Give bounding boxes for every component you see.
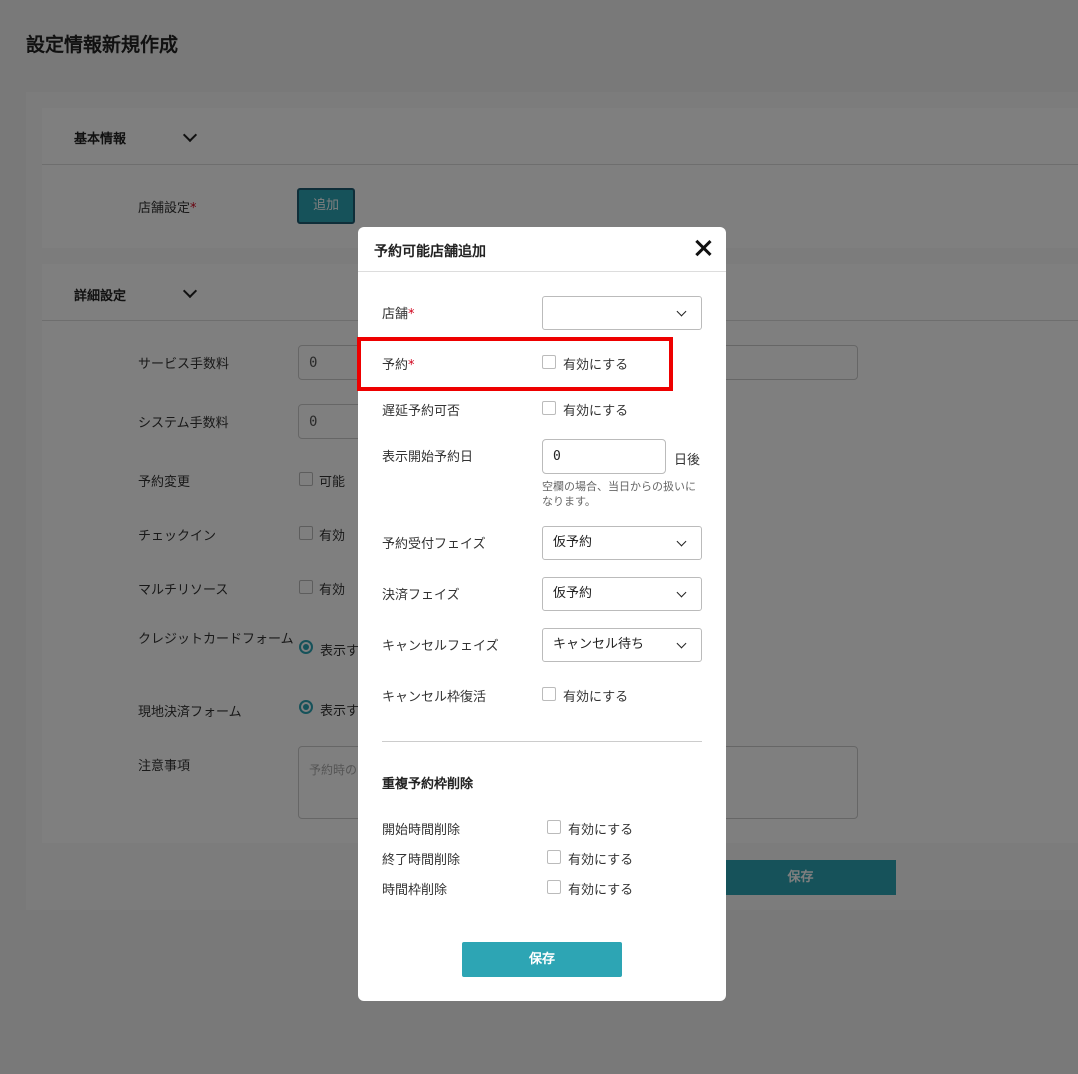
start-time-delete-checkbox[interactable] xyxy=(547,820,561,834)
time-slot-delete-checkbox-label: 有効にする xyxy=(568,883,634,898)
display-start-label: 表示開始予約日 xyxy=(382,450,474,465)
chevron-down-icon xyxy=(676,306,687,317)
store-label: 店舗* xyxy=(382,307,415,322)
late-reservation-checkbox-label: 有効にする xyxy=(563,404,629,419)
acceptance-phase-label: 予約受付フェイズ xyxy=(382,537,486,552)
cancel-phase-select[interactable]: キャンセル待ち xyxy=(542,628,702,662)
modal-header-divider xyxy=(358,271,726,272)
modal-divider xyxy=(382,741,702,742)
late-reservation-label: 遅延予約可否 xyxy=(382,404,461,419)
start-time-delete-checkbox-label: 有効にする xyxy=(568,823,634,838)
time-slot-delete-label: 時間枠削除 xyxy=(382,883,448,898)
highlight-box xyxy=(357,337,673,391)
end-time-delete-checkbox-label: 有効にする xyxy=(568,853,634,868)
cancel-restore-label: キャンセル枠復活 xyxy=(382,690,487,705)
store-select[interactable] xyxy=(542,296,702,330)
late-reservation-checkbox[interactable] xyxy=(542,401,556,415)
cancel-restore-checkbox[interactable] xyxy=(542,687,556,701)
display-start-input[interactable]: 0 xyxy=(542,439,666,474)
time-slot-delete-checkbox[interactable] xyxy=(547,880,561,894)
close-icon[interactable] xyxy=(692,237,714,259)
chevron-down-icon xyxy=(676,638,687,649)
display-start-help: 空欄の場合、当日からの扱いになります。 xyxy=(542,480,696,508)
acceptance-phase-select[interactable]: 仮予約 xyxy=(542,526,702,560)
chevron-down-icon xyxy=(676,587,687,598)
duplicate-section-title: 重複予約枠削除 xyxy=(382,777,474,792)
cancel-phase-label: キャンセルフェイズ xyxy=(382,639,499,654)
end-time-delete-label: 終了時間削除 xyxy=(382,853,461,868)
chevron-down-icon xyxy=(676,536,687,547)
cancel-restore-checkbox-label: 有効にする xyxy=(563,690,629,705)
payment-phase-select[interactable]: 仮予約 xyxy=(542,577,702,611)
modal-save-button[interactable]: 保存 xyxy=(462,942,622,977)
start-time-delete-label: 開始時間削除 xyxy=(382,823,461,838)
payment-phase-label: 決済フェイズ xyxy=(382,588,460,603)
display-start-unit: 日後 xyxy=(674,453,701,468)
modal-title: 予約可能店舗追加 xyxy=(374,244,486,260)
end-time-delete-checkbox[interactable] xyxy=(547,850,561,864)
